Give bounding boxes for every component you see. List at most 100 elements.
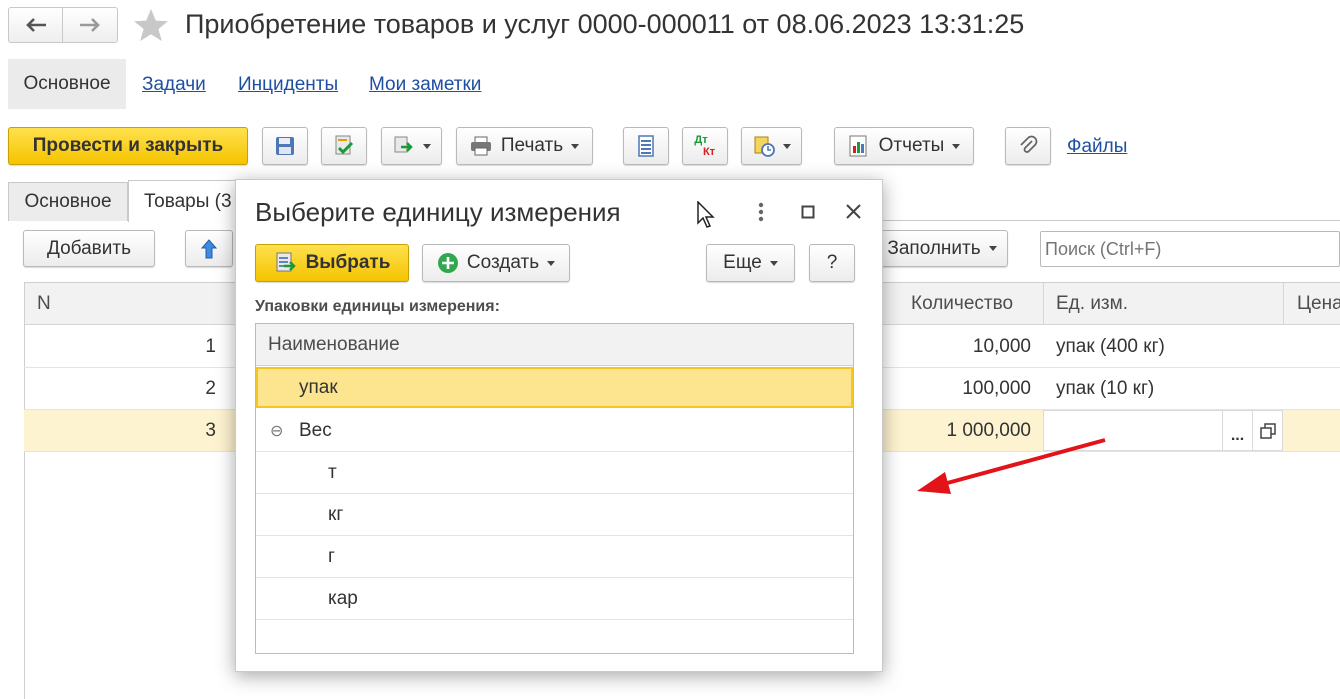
doc-tab-goods[interactable]: Товары (3 [128, 180, 248, 222]
forward-button[interactable] [63, 8, 117, 42]
select-unit-dialog: Выберите единицу измерения Выбрать Созда… [235, 179, 883, 672]
document-clock-icon [754, 136, 775, 157]
arrow-left-icon [25, 18, 46, 32]
help-label: ? [826, 252, 838, 273]
post-button[interactable] [321, 127, 367, 165]
printer-icon [470, 136, 491, 156]
more-button[interactable]: Еще [706, 244, 795, 282]
move-up-button[interactable] [185, 230, 233, 267]
fill-button[interactable]: Заполнить [876, 230, 1008, 267]
list-item-label: кар [328, 587, 358, 609]
collapse-icon[interactable]: ⊖ [256, 421, 299, 441]
kt-label: Кт [702, 146, 716, 158]
create-label: Создать [466, 252, 540, 273]
dialog-close-button[interactable] [840, 198, 866, 224]
paperclip-icon [1020, 135, 1038, 153]
attach-button[interactable] [1005, 127, 1051, 165]
list-item[interactable]: кг [256, 494, 853, 536]
more-label: Еще [723, 252, 762, 273]
column-header-unit[interactable]: Ед. изм. [1056, 293, 1128, 315]
arrow-up-icon [201, 238, 217, 258]
chevron-down-icon [769, 260, 778, 266]
list-item[interactable]: г [256, 536, 853, 578]
favorite-star-icon[interactable] [133, 8, 169, 42]
row-quantity[interactable]: 100,000 [904, 368, 1031, 409]
list-item-selected[interactable]: упак [256, 367, 853, 408]
column-divider [1043, 283, 1044, 325]
dialog-title: Выберите единицу измерения [255, 197, 621, 227]
nav-tab-main-label: Основное [23, 73, 111, 94]
row-number: 1 [205, 335, 216, 357]
list-item-label: Вес [299, 419, 332, 441]
arrow-right-icon [80, 18, 100, 32]
chevron-down-icon [547, 260, 556, 266]
reports-button[interactable]: Отчеты [834, 127, 974, 165]
row-unit[interactable]: упак (10 кг) [1056, 368, 1276, 409]
nav-tab-notes[interactable]: Мои заметки [369, 74, 481, 96]
column-header-price[interactable]: Цена [1297, 293, 1340, 315]
mouse-cursor-icon [697, 201, 715, 228]
report-chart-icon [849, 135, 867, 157]
back-button[interactable] [9, 8, 64, 42]
list-item-label: кг [328, 503, 344, 525]
annotation-arrow-icon [917, 438, 1106, 494]
list-item[interactable]: кар [256, 578, 853, 620]
column-header-n[interactable]: N [37, 293, 51, 315]
search-input[interactable] [1040, 231, 1340, 267]
files-link[interactable]: Файлы [1067, 136, 1127, 158]
chevron-down-icon [571, 143, 580, 149]
dt-kt-button[interactable]: Дт Кт [682, 127, 728, 165]
dt-kt-icon: Дт Кт [694, 134, 715, 158]
column-header-name[interactable]: Наименование [256, 334, 400, 356]
maximize-icon [801, 205, 815, 219]
unit-list: Наименование упак ⊖ Вес т кг г кар [255, 323, 854, 654]
save-button[interactable] [262, 127, 308, 165]
page-title: Приобретение товаров и услуг 0000-000011… [185, 9, 1025, 39]
nav-tab-main[interactable]: Основное [8, 59, 126, 109]
post-and-close-button[interactable]: Провести и закрыть [8, 127, 248, 165]
floppy-disk-icon [276, 137, 294, 155]
list-item-group[interactable]: ⊖ Вес [256, 410, 853, 452]
dt-label: Дт [694, 134, 708, 146]
open-window-icon [1260, 422, 1276, 439]
print-button[interactable]: Печать [456, 127, 593, 165]
chevron-down-icon [422, 143, 431, 149]
select-button[interactable]: Выбрать [255, 244, 409, 282]
help-button[interactable]: ? [809, 244, 855, 282]
list-header: Наименование [256, 324, 853, 366]
fill-label: Заполнить [887, 237, 981, 259]
select-label: Выбрать [305, 252, 391, 273]
close-icon [845, 203, 861, 219]
create-based-on-button[interactable] [381, 127, 442, 165]
reports-label: Отчеты [878, 135, 945, 156]
row-unit[interactable]: упак (400 кг) [1056, 326, 1276, 367]
list-icon [638, 135, 654, 157]
chevron-down-icon [988, 246, 997, 251]
dialog-maximize-button[interactable] [796, 200, 820, 224]
nav-tab-incidents[interactable]: Инциденты [238, 74, 338, 96]
post-and-close-label: Провести и закрыть [32, 135, 224, 156]
dialog-menu-button[interactable] [750, 198, 772, 226]
create-button[interactable]: Создать [422, 244, 570, 282]
structure-button[interactable] [623, 127, 669, 165]
choose-button[interactable]: ... [1222, 411, 1252, 450]
list-item[interactable]: т [256, 452, 853, 494]
chevron-down-icon [952, 143, 961, 149]
nav-buttons [8, 7, 118, 43]
add-row-label: Добавить [47, 237, 131, 259]
column-divider [1283, 283, 1284, 325]
list-item-label: т [328, 461, 337, 483]
nav-tab-tasks[interactable]: Задачи [142, 74, 206, 96]
related-documents-button[interactable] [741, 127, 802, 165]
ellipsis-label: ... [1230, 427, 1245, 444]
plus-circle-icon [437, 253, 458, 273]
add-row-button[interactable]: Добавить [23, 230, 155, 267]
row-number: 2 [205, 377, 216, 399]
print-label: Печать [500, 135, 564, 156]
create-based-icon [394, 136, 413, 153]
doc-tab-main[interactable]: Основное [8, 182, 128, 221]
open-button[interactable] [1252, 411, 1283, 450]
column-header-qty[interactable]: Количество [911, 293, 1013, 315]
row-quantity[interactable]: 10,000 [904, 326, 1031, 367]
post-document-icon [335, 135, 354, 155]
